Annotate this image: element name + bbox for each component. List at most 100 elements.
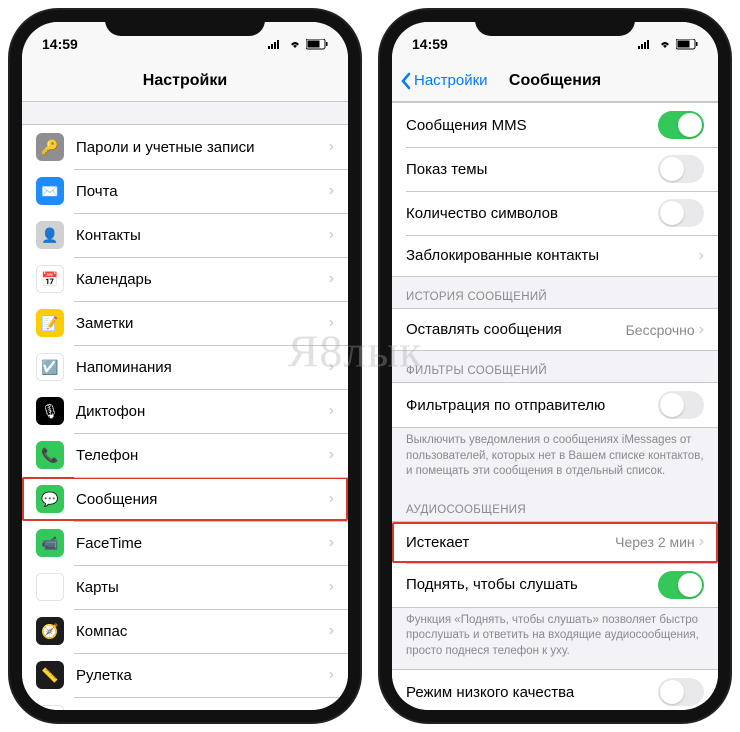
settings-list[interactable]: 🔑Пароли и учетные записи›✉️Почта›👤Контак… — [22, 102, 348, 710]
cell-оставлять-сообщения[interactable]: Оставлять сообщенияБессрочно› — [392, 309, 718, 350]
status-time: 14:59 — [42, 36, 78, 52]
nav-title: Сообщения — [509, 72, 601, 90]
cell-сообщения-mms[interactable]: Сообщения MMS — [392, 103, 718, 147]
wifi-icon — [288, 39, 302, 49]
wifi-icon — [658, 39, 672, 49]
notch — [105, 10, 265, 36]
section-footer-filters: Выключить уведомления о сообщениях iMess… — [392, 428, 718, 490]
app-icon: 🧭 — [36, 617, 64, 645]
cellular-icon — [638, 39, 654, 49]
app-icon: 📞 — [36, 441, 64, 469]
chevron-right-icon: › — [699, 321, 704, 339]
app-icon: ✉️ — [36, 177, 64, 205]
screen-right: 14:59 Настройки Сообщения Сообщения MMSП… — [392, 22, 718, 710]
settings-row-контакты[interactable]: 👤 Контакты› — [22, 213, 348, 257]
app-icon: 🎙 — [36, 397, 64, 425]
cell-label: Компас — [76, 623, 329, 640]
nav-bar-left: Настройки — [22, 60, 348, 102]
app-icon: 🔑 — [36, 133, 64, 161]
cell-label: Телефон — [76, 447, 329, 464]
nav-bar-right: Настройки Сообщения — [392, 60, 718, 102]
cell-label: Пароли и учетные записи — [76, 139, 329, 156]
cell-value: Бессрочно — [626, 322, 695, 338]
cell-заблокированные-контакты[interactable]: Заблокированные контакты› — [392, 235, 718, 276]
toggle-switch[interactable] — [658, 111, 704, 139]
app-icon: ☑️ — [36, 353, 64, 381]
settings-row-рулетка[interactable]: 📏 Рулетка› — [22, 653, 348, 697]
chevron-right-icon: › — [329, 622, 334, 640]
chevron-right-icon: › — [329, 490, 334, 508]
settings-row-safari[interactable]: 🧭Safari› — [22, 697, 348, 710]
back-label: Настройки — [414, 72, 488, 89]
section-header-audio: АУДИОСООБЩЕНИЯ — [392, 490, 718, 521]
cell-истекает[interactable]: ИстекаетЧерез 2 мин› — [392, 522, 718, 563]
chevron-right-icon: › — [329, 138, 334, 156]
cell-label: Показ темы — [406, 161, 658, 178]
chevron-right-icon: › — [329, 270, 334, 288]
section-header-history: ИСТОРИЯ СООБЩЕНИЙ — [392, 277, 718, 308]
back-button[interactable]: Настройки — [400, 72, 488, 90]
cell-label: Напоминания — [76, 359, 329, 376]
chevron-right-icon: › — [699, 247, 704, 265]
cell-label: Карты — [76, 579, 329, 596]
settings-row-заметки[interactable]: 📝Заметки› — [22, 301, 348, 345]
cell-label: Контакты — [76, 227, 329, 244]
cell-label: Количество символов — [406, 205, 658, 222]
chevron-right-icon: › — [329, 666, 334, 684]
cell-режим-низкого-качества[interactable]: Режим низкого качества — [392, 670, 718, 710]
settings-row-сообщения[interactable]: 💬Сообщения› — [22, 477, 348, 521]
settings-row-телефон[interactable]: 📞 Телефон› — [22, 433, 348, 477]
chevron-right-icon: › — [329, 534, 334, 552]
cell-label: Диктофон — [76, 403, 329, 420]
cell-фильтрация-по-отправителю[interactable]: Фильтрация по отправителю — [392, 383, 718, 427]
toggle-switch[interactable] — [658, 155, 704, 183]
chevron-left-icon — [400, 72, 412, 90]
cell-label: Режим низкого качества — [406, 684, 658, 701]
settings-row-компас[interactable]: 🧭 Компас› — [22, 609, 348, 653]
settings-row-календарь[interactable]: 📅Календарь› — [22, 257, 348, 301]
cell-label: Истекает — [406, 534, 615, 551]
status-indicators — [638, 39, 698, 50]
app-icon: 📹 — [36, 529, 64, 557]
notch — [475, 10, 635, 36]
app-icon: 📏 — [36, 661, 64, 689]
cell-label: Заметки — [76, 315, 329, 332]
cell-количество-символов[interactable]: Количество символов — [392, 191, 718, 235]
settings-row-почта[interactable]: ✉️Почта› — [22, 169, 348, 213]
app-icon: 📅 — [36, 265, 64, 293]
cell-label: Фильтрация по отправителю — [406, 397, 658, 414]
app-icon: 👤 — [36, 221, 64, 249]
toggle-switch[interactable] — [658, 391, 704, 419]
chevron-right-icon: › — [329, 578, 334, 596]
cell-label: FaceTime — [76, 535, 329, 552]
cell-label: Сообщения MMS — [406, 117, 658, 134]
cell-label: Сообщения — [76, 491, 329, 508]
section-footer-audio: Функция «Поднять, чтобы слушать» позволя… — [392, 608, 718, 670]
nav-title: Настройки — [143, 72, 227, 90]
status-indicators — [268, 39, 328, 50]
cell-поднять,-чтобы-слушать[interactable]: Поднять, чтобы слушать — [392, 563, 718, 607]
cell-label: Заблокированные контакты — [406, 247, 699, 264]
chevron-right-icon: › — [329, 226, 334, 244]
toggle-switch[interactable] — [658, 199, 704, 227]
messages-settings[interactable]: Сообщения MMS Показ темы Количество символ… — [392, 102, 718, 710]
battery-icon — [306, 39, 328, 50]
settings-row-facetime[interactable]: 📹 FaceTime› — [22, 521, 348, 565]
toggle-switch[interactable] — [658, 678, 704, 706]
chevron-right-icon: › — [329, 402, 334, 420]
settings-row-карты[interactable]: 🗺Карты› — [22, 565, 348, 609]
battery-icon — [676, 39, 698, 50]
settings-row-пароли-и-учетные-записи[interactable]: 🔑 Пароли и учетные записи› — [22, 125, 348, 169]
cell-value: Через 2 мин — [615, 534, 695, 550]
chevron-right-icon: › — [329, 358, 334, 376]
settings-row-напоминания[interactable]: ☑️ Напоминания› — [22, 345, 348, 389]
cell-label: Оставлять сообщения — [406, 321, 626, 338]
cellular-icon — [268, 39, 284, 49]
cell-показ-темы[interactable]: Показ темы — [392, 147, 718, 191]
chevron-right-icon: › — [329, 446, 334, 464]
cell-label: Рулетка — [76, 667, 329, 684]
chevron-right-icon: › — [699, 533, 704, 551]
settings-row-диктофон[interactable]: 🎙 Диктофон› — [22, 389, 348, 433]
chevron-right-icon: › — [329, 182, 334, 200]
toggle-switch[interactable] — [658, 571, 704, 599]
